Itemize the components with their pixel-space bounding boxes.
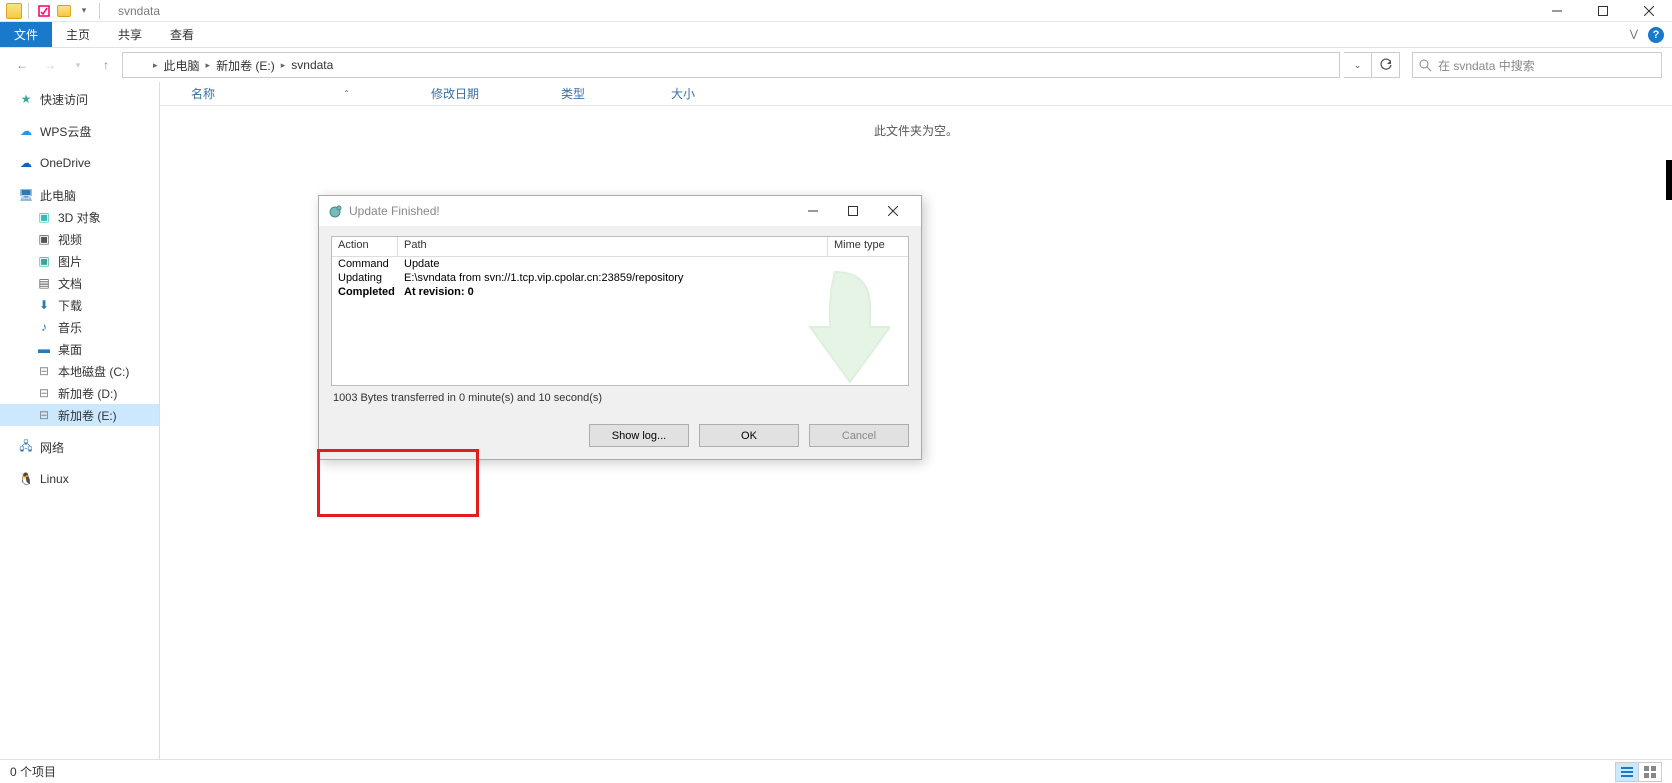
- monitor-icon: 🖥: [18, 187, 34, 203]
- folder-icon: [127, 53, 151, 77]
- refresh-button[interactable]: [1372, 52, 1400, 78]
- col-action[interactable]: Action: [332, 237, 398, 256]
- address-dropdown-icon[interactable]: ⌄: [1344, 52, 1372, 78]
- address-row: ← → ▾ ↑ ▸ 此电脑 ▸ 新加卷 (E:) ▸ svndata ⌄ 在 s…: [0, 48, 1672, 82]
- maximize-button[interactable]: [1580, 0, 1626, 22]
- up-button[interactable]: ↑: [94, 53, 118, 77]
- col-path[interactable]: Path: [398, 237, 828, 256]
- nav-this-pc[interactable]: 🖥此电脑: [0, 184, 159, 206]
- nav-pictures[interactable]: ▣图片: [0, 250, 159, 272]
- nav-drive-e[interactable]: ⊟新加卷 (E:): [0, 404, 159, 426]
- cloud-icon: ☁: [18, 123, 34, 139]
- search-placeholder: 在 svndata 中搜索: [1438, 57, 1535, 74]
- picture-icon: ▣: [36, 253, 52, 269]
- show-log-button[interactable]: Show log...: [589, 424, 689, 447]
- download-arrow-icon: [790, 267, 890, 386]
- nav-videos[interactable]: ▣视频: [0, 228, 159, 250]
- recent-dropdown-icon[interactable]: ▾: [66, 53, 90, 77]
- sort-caret-icon: ⌃: [343, 89, 350, 98]
- close-button[interactable]: [1626, 0, 1672, 22]
- dialog-log-table: Action Path Mime type Command Update Upd…: [331, 236, 909, 386]
- chevron-right-icon[interactable]: ▸: [153, 60, 158, 71]
- dialog-titlebar[interactable]: Update Finished!: [319, 196, 921, 226]
- search-icon: [1419, 59, 1432, 72]
- details-view-button[interactable]: [1615, 762, 1639, 782]
- drive-icon: ⊟: [36, 363, 52, 379]
- dialog-minimize-button[interactable]: [793, 197, 833, 225]
- back-button[interactable]: ←: [10, 53, 34, 77]
- quick-access-toolbar: ▾: [0, 2, 110, 20]
- nav-quick-access[interactable]: ★快速访问: [0, 88, 159, 110]
- download-icon: ⬇: [36, 297, 52, 313]
- separator: [99, 3, 100, 19]
- transfer-status: 1003 Bytes transferred in 0 minute(s) an…: [331, 386, 909, 416]
- network-icon: 🖧: [18, 439, 34, 455]
- desktop-icon: ▬: [36, 341, 52, 357]
- breadcrumb-seg[interactable]: 新加卷 (E:): [212, 53, 279, 77]
- linux-icon: 🐧: [18, 471, 34, 487]
- item-count: 0 个项目: [10, 763, 56, 780]
- file-tab[interactable]: 文件: [0, 22, 52, 47]
- title-bar: ▾ svndata: [0, 0, 1672, 22]
- col-mime[interactable]: Mime type: [828, 237, 908, 256]
- nav-linux[interactable]: 🐧Linux: [0, 468, 159, 490]
- nav-drive-d[interactable]: ⊟新加卷 (D:): [0, 382, 159, 404]
- folder-icon: [6, 3, 22, 19]
- nav-downloads[interactable]: ⬇下载: [0, 294, 159, 316]
- nav-desktop[interactable]: ▬桌面: [0, 338, 159, 360]
- cube-icon: ▣: [36, 209, 52, 225]
- scrollbar-marker: [1666, 160, 1672, 200]
- separator: [28, 3, 29, 19]
- window-title: svndata: [118, 4, 160, 18]
- chevron-right-icon[interactable]: ▸: [206, 60, 211, 71]
- forward-button[interactable]: →: [38, 53, 62, 77]
- ribbon-expand-icon[interactable]: ⋁: [1630, 29, 1638, 40]
- column-modified[interactable]: 修改日期: [421, 82, 551, 105]
- tab-view[interactable]: 查看: [156, 22, 208, 47]
- video-icon: ▣: [36, 231, 52, 247]
- large-icons-view-button[interactable]: [1638, 762, 1662, 782]
- status-bar: 0 个项目: [0, 759, 1672, 783]
- ok-button[interactable]: OK: [699, 424, 799, 447]
- breadcrumb-seg[interactable]: svndata: [287, 53, 337, 77]
- svn-update-dialog: Update Finished! Action Path Mime type C…: [318, 195, 922, 460]
- tortoise-icon: [327, 203, 343, 219]
- column-name[interactable]: 名称⌃: [181, 82, 421, 105]
- nav-wps-cloud[interactable]: ☁WPS云盘: [0, 120, 159, 142]
- nav-network[interactable]: 🖧网络: [0, 436, 159, 458]
- empty-folder-message: 此文件夹为空。: [160, 122, 1672, 139]
- drive-icon: ⊟: [36, 407, 52, 423]
- cloud-icon: ☁: [18, 155, 34, 171]
- nav-onedrive[interactable]: ☁OneDrive: [0, 152, 159, 174]
- column-type[interactable]: 类型: [551, 82, 661, 105]
- address-bar[interactable]: ▸ 此电脑 ▸ 新加卷 (E:) ▸ svndata: [122, 52, 1340, 78]
- navigation-pane: ★快速访问 ☁WPS云盘 ☁OneDrive 🖥此电脑 ▣3D 对象 ▣视频 ▣…: [0, 82, 160, 759]
- dialog-table-header: Action Path Mime type: [332, 237, 908, 257]
- new-folder-icon[interactable]: [55, 2, 73, 20]
- document-icon: ▤: [36, 275, 52, 291]
- chevron-right-icon[interactable]: ▸: [281, 60, 286, 71]
- properties-icon[interactable]: [35, 2, 53, 20]
- help-icon[interactable]: ?: [1648, 27, 1664, 43]
- tab-home[interactable]: 主页: [52, 22, 104, 47]
- nav-documents[interactable]: ▤文档: [0, 272, 159, 294]
- minimize-button[interactable]: [1534, 0, 1580, 22]
- nav-music[interactable]: ♪音乐: [0, 316, 159, 338]
- dialog-title: Update Finished!: [349, 204, 440, 218]
- music-icon: ♪: [36, 319, 52, 335]
- star-icon: ★: [18, 91, 34, 107]
- breadcrumb-seg[interactable]: 此电脑: [160, 53, 204, 77]
- search-input[interactable]: 在 svndata 中搜索: [1412, 52, 1662, 78]
- ribbon-tabs: 文件 主页 共享 查看 ⋁ ?: [0, 22, 1672, 48]
- qat-dropdown-icon[interactable]: ▾: [75, 2, 93, 20]
- cancel-button[interactable]: Cancel: [809, 424, 909, 447]
- nav-3d-objects[interactable]: ▣3D 对象: [0, 206, 159, 228]
- nav-drive-c[interactable]: ⊟本地磁盘 (C:): [0, 360, 159, 382]
- dialog-close-button[interactable]: [873, 197, 913, 225]
- drive-icon: ⊟: [36, 385, 52, 401]
- dialog-maximize-button[interactable]: [833, 197, 873, 225]
- column-headers: 名称⌃ 修改日期 类型 大小: [160, 82, 1672, 106]
- column-size[interactable]: 大小: [661, 82, 741, 105]
- tab-share[interactable]: 共享: [104, 22, 156, 47]
